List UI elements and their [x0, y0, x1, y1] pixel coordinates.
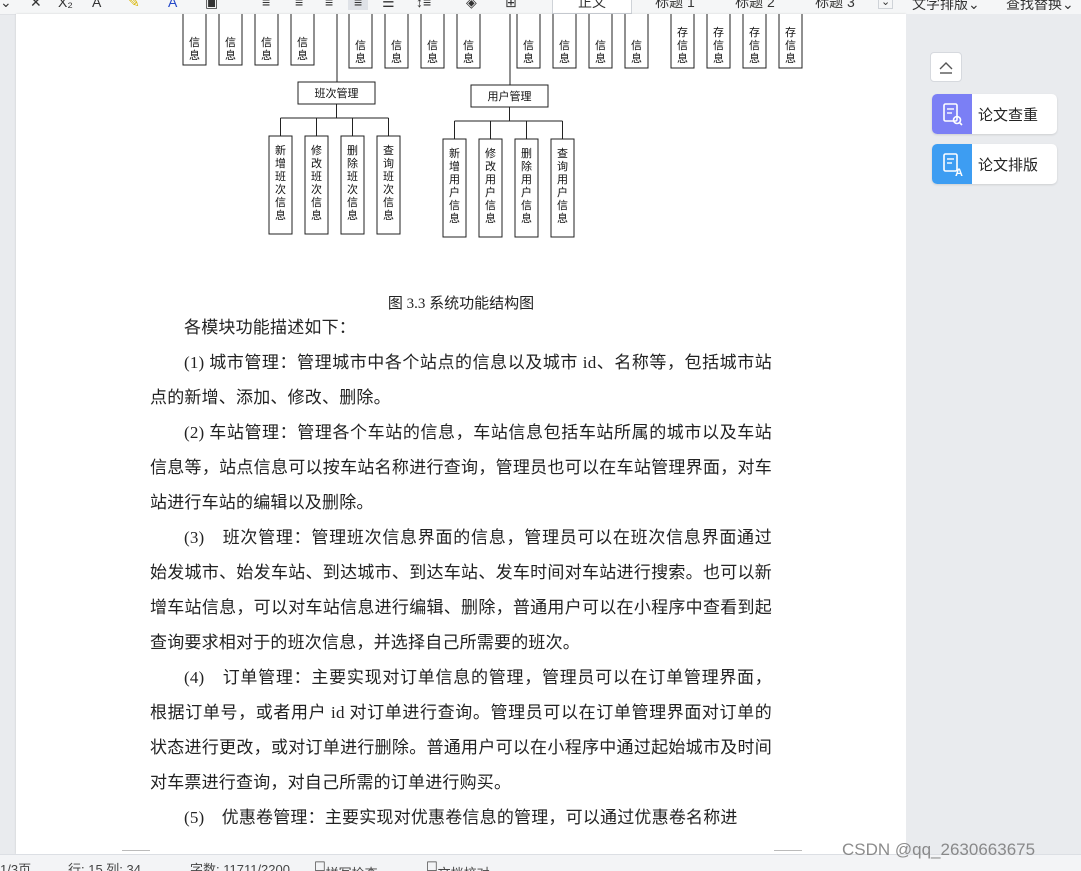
style-heading1[interactable]: 标题 1 — [636, 0, 714, 14]
document-page[interactable]: 信息 信息 信息 信息 信息 信息 信息 信息 信息 信息 信息 信息 存信息 存信息 存信息 存信息 班次管理… — [16, 14, 906, 854]
top-leaf-label: 信息 — [595, 39, 606, 65]
top-leaf-label: 存信息 — [713, 25, 724, 65]
top-leaf-label: 信息 — [523, 39, 534, 65]
align-right-icon[interactable]: ≡ — [325, 0, 333, 10]
font-menu-fragment[interactable]: ⌄ — [0, 0, 12, 11]
page-indicator[interactable]: 1/3页 — [0, 859, 31, 871]
top-leaf-label: 信息 — [559, 39, 570, 65]
paragraph-station: (2) 车站管理：管理各个车站的信息，车站信息包括车站所属的城市以及车站信息等，… — [150, 423, 772, 512]
margin-mark-right — [774, 850, 802, 851]
user-child-label: 查询用户信息 — [557, 146, 568, 225]
spell-check-button[interactable]: ☐ 拼写检查 — [314, 859, 378, 871]
justify-icon[interactable]: ≡ — [348, 0, 369, 10]
line-spacing-icon[interactable]: ↕≡ — [416, 0, 431, 10]
style-heading3-label: 标题 3 — [815, 0, 855, 10]
top-leaf-label: 信息 — [355, 39, 366, 65]
user-child-label: 删除用户信息 — [521, 147, 532, 225]
schedule-child-label: 修改班次信息 — [311, 143, 322, 222]
border-icon[interactable]: ⊞ — [505, 0, 517, 11]
paper-format-button[interactable]: A 论文排版 — [932, 144, 1057, 184]
style-heading2[interactable]: 标题 2 — [716, 0, 794, 14]
paragraph-coupon: (5) 优惠卷管理：主要实现对优惠卷信息的管理，可以通过优惠卷名称进 — [184, 808, 738, 827]
paragraph-order: (4) 订单管理：主要实现对订单信息的管理，管理员可以在订单管理界面，根据订单号… — [150, 668, 772, 792]
word-count[interactable]: 字数: 11711/2200 — [190, 859, 290, 871]
top-leaf-label: 信息 — [189, 36, 200, 62]
find-replace-button[interactable]: 查找替换⌄ — [1006, 0, 1074, 14]
right-side-panel — [906, 14, 1081, 854]
top-leaf-label: 信息 — [463, 39, 474, 65]
top-leaf-label: 存信息 — [677, 25, 688, 65]
user-node-label: 用户管理 — [488, 89, 532, 103]
highlight-icon[interactable]: ✎ — [128, 0, 140, 11]
style-heading1-label: 标题 1 — [655, 0, 695, 10]
schedule-child-label: 新增班次信息 — [275, 143, 286, 222]
style-normal-label: 正文 — [578, 0, 606, 10]
csdn-watermark: CSDN @qq_2630663675 — [842, 840, 1036, 859]
top-leaf-label: 信息 — [261, 36, 272, 62]
style-heading2-label: 标题 2 — [735, 0, 775, 10]
collapse-panel-button[interactable] — [930, 52, 962, 82]
ribbon-toolbar: ⌄ ✕ X₂ A ✎ A ▣ ≡ ≡ ≡ ≡ ☰ ↕≡ ◈ ⊞ 正文 标题 1 … — [0, 0, 1081, 15]
text-layout-label: 文字排版 — [912, 0, 968, 12]
paper-check-label: 论文查重 — [978, 107, 1039, 124]
strikethrough-icon[interactable]: ✕ — [30, 0, 42, 11]
char-border-icon[interactable]: ▣ — [205, 0, 218, 11]
top-leaf-label: 信息 — [297, 36, 308, 62]
svg-text:A: A — [955, 167, 963, 179]
shading-icon[interactable]: ◈ — [466, 0, 477, 11]
paragraph-city: (1) 城市管理：管理城市中各个站点的信息以及城市 id、名称等，包括城市站点的… — [150, 353, 772, 407]
subscript-icon[interactable]: X₂ — [58, 0, 73, 10]
paper-format-label: 论文排版 — [978, 157, 1039, 174]
align-left-icon[interactable]: ≡ — [262, 0, 270, 10]
collapse-up-icon — [939, 62, 953, 74]
cursor-position: 行: 15 列: 34 — [68, 862, 141, 871]
font-color-icon[interactable]: A — [168, 0, 177, 10]
user-child-label: 新增用户信息 — [449, 146, 460, 225]
top-leaf-label: 信息 — [631, 39, 642, 65]
function-structure-diagram: 信息信息信息信息信息信息信息信息信息信息信息信息存信息存信息存信息存信息班次管理… — [182, 14, 803, 238]
style-heading3[interactable]: 标题 3 — [796, 0, 874, 14]
doc-proofread-button[interactable]: ☐ 文档校对 — [426, 859, 490, 871]
paragraph-intro: 各模块功能描述如下： — [184, 318, 356, 337]
paper-format-icon: A — [932, 144, 972, 184]
styles-more-icon[interactable]: ⌄ — [878, 0, 894, 9]
align-center-icon[interactable]: ≡ — [295, 0, 303, 10]
paper-check-icon — [932, 94, 972, 134]
style-normal[interactable]: 正文 — [552, 0, 632, 14]
font-style-icon[interactable]: A — [92, 0, 101, 10]
paragraph-schedule: (3) 班次管理：管理班次信息界面的信息，管理员可以在班次信息界面通过始发城市、… — [150, 528, 772, 652]
top-leaf-label: 信息 — [391, 39, 402, 65]
top-leaf-label: 信息 — [225, 36, 236, 62]
text-layout-button[interactable]: 文字排版⌄ — [912, 0, 980, 14]
schedule-child-label: 查询班次信息 — [383, 143, 394, 222]
margin-mark-left — [122, 850, 150, 851]
distributed-icon[interactable]: ☰ — [382, 0, 395, 11]
top-leaf-label: 存信息 — [749, 25, 760, 65]
user-child-label: 修改用户信息 — [485, 146, 496, 225]
schedule-node-label: 班次管理 — [315, 86, 359, 100]
top-leaf-label: 存信息 — [785, 25, 796, 65]
top-leaf-label: 信息 — [427, 39, 438, 65]
paper-check-button[interactable]: 论文查重 — [932, 94, 1057, 134]
find-replace-label: 查找替换 — [1006, 0, 1062, 12]
schedule-child-label: 删除班次信息 — [347, 144, 358, 222]
